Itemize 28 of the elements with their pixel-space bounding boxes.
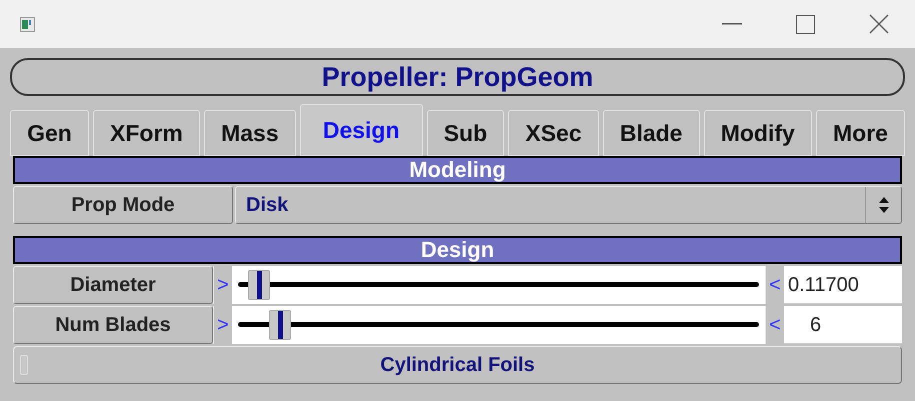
section-header: Design	[13, 236, 902, 264]
field-label-button[interactable]: Prop Mode	[13, 186, 233, 224]
tab[interactable]: Blade	[602, 110, 700, 156]
field-label: Num Blades	[13, 306, 213, 344]
tab[interactable]: More	[816, 110, 906, 156]
app-icon	[20, 16, 35, 32]
tab[interactable]: XSec	[508, 110, 599, 156]
slider[interactable]	[238, 270, 759, 300]
slider[interactable]	[238, 310, 759, 340]
maximize-icon[interactable]	[796, 14, 815, 34]
tab[interactable]: XForm	[92, 110, 200, 156]
stepper-icon	[878, 196, 890, 214]
toggle-button[interactable]: Cylindrical Foils	[13, 346, 902, 384]
value-field[interactable]: 0.11700	[784, 266, 902, 304]
tab[interactable]: Modify	[704, 110, 812, 156]
value-field[interactable]: 6	[784, 306, 902, 344]
close-icon[interactable]	[869, 14, 889, 34]
slider-thumb[interactable]	[268, 310, 291, 340]
window-title: Propeller: PropGeom	[10, 58, 905, 96]
slider-thumb[interactable]	[248, 270, 270, 300]
minimize-icon[interactable]	[722, 23, 742, 25]
tab[interactable]: Gen	[10, 110, 89, 156]
tab[interactable]: Sub	[426, 110, 504, 156]
mode-dropdown[interactable]: Disk	[235, 186, 902, 224]
section-header: Modeling	[13, 156, 902, 184]
tab[interactable]: Mass	[204, 110, 296, 156]
field-label: Diameter	[13, 266, 213, 304]
tab[interactable]: Design	[300, 104, 423, 156]
